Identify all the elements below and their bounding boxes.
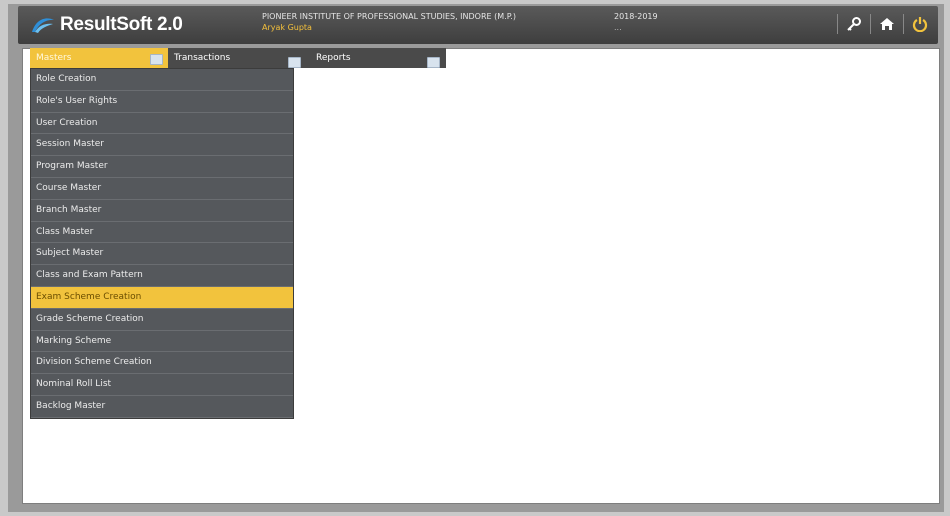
menu-transactions[interactable]: Transactions (168, 48, 292, 68)
dropdown-item[interactable]: Grade Scheme Creation (31, 309, 293, 331)
dropdown-item[interactable]: Backlog Master (31, 396, 293, 418)
logo-icon (30, 15, 56, 35)
dropdown-item[interactable]: Nominal Roll List (31, 374, 293, 396)
dropdown-arrow-icon (150, 54, 163, 65)
header-actions (831, 14, 930, 34)
menu-transactions-label: Transactions (174, 53, 231, 63)
institute-info: PIONEER INSTITUTE OF PROFESSIONAL STUDIE… (262, 12, 516, 32)
dropdown-item[interactable]: Class Master (31, 222, 293, 244)
masters-dropdown: Role Creation Role's User Rights User Crea… (30, 68, 294, 419)
app-header: ResultSoft 2.0 PIONEER INSTITUTE OF PROF… (18, 6, 938, 44)
key-icon[interactable] (844, 14, 864, 34)
dropdown-item[interactable]: Class and Exam Pattern (31, 265, 293, 287)
user-name: Aryak Gupta (262, 23, 312, 32)
dropdown-item[interactable]: Session Master (31, 134, 293, 157)
divider (837, 14, 838, 34)
menu-masters[interactable]: Masters (30, 48, 168, 68)
dropdown-item[interactable]: Branch Master (31, 200, 293, 222)
divider (903, 14, 904, 34)
institute-name: PIONEER INSTITUTE OF PROFESSIONAL STUDIE… (262, 12, 516, 21)
divider (870, 14, 871, 34)
dropdown-item[interactable]: Subject Master (31, 243, 293, 266)
dropdown-item[interactable]: Role's User Rights (31, 91, 293, 113)
dropdown-item[interactable]: Course Master (31, 178, 293, 200)
session-year: 2018-2019 (614, 12, 658, 21)
dropdown-item[interactable]: Role Creation (31, 69, 293, 91)
dropdown-arrow-icon (427, 57, 440, 68)
session-info: 2018-2019 ... (614, 12, 658, 32)
menu-bar: Masters Transactions Reports (30, 48, 446, 68)
dropdown-item[interactable]: User Creation (31, 113, 293, 135)
app-logo: ResultSoft 2.0 (30, 13, 183, 37)
dropdown-item[interactable]: Program Master (31, 156, 293, 178)
session-sub: ... (614, 23, 622, 32)
dropdown-item[interactable]: Marking Scheme (31, 331, 293, 353)
dropdown-arrow-icon (288, 57, 301, 68)
menu-reports-label: Reports (316, 53, 351, 63)
app-title: ResultSoft 2.0 (60, 14, 183, 35)
power-icon[interactable] (910, 14, 930, 34)
menu-masters-label: Masters (36, 53, 72, 63)
home-icon[interactable] (877, 14, 897, 34)
dropdown-item[interactable]: Division Scheme Creation (31, 352, 293, 375)
dropdown-item[interactable]: Exam Scheme Creation (31, 286, 293, 309)
menu-reports[interactable]: Reports (308, 48, 446, 68)
